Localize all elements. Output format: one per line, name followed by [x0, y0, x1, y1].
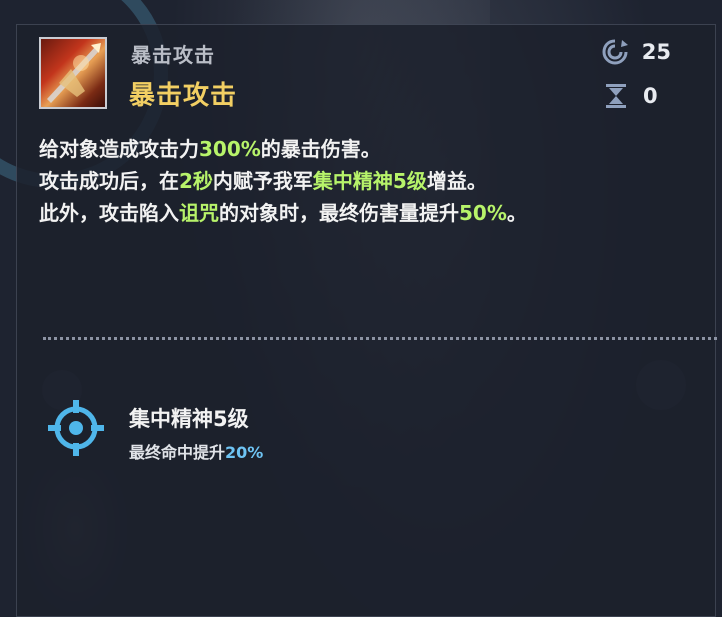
- duration-stat: 0: [601, 81, 671, 111]
- cooldown-value: 25: [641, 40, 671, 64]
- buff-description: 最终命中提升20%: [129, 439, 263, 463]
- cooldown-icon: [602, 39, 628, 65]
- desc-text: 给对象造成攻击力: [39, 137, 199, 161]
- desc-text: 此外，攻击陷入: [39, 201, 179, 225]
- desc-highlight: 300%: [199, 137, 261, 161]
- desc-text: 内赋予我军: [212, 169, 313, 193]
- skill-description: 给对象造成攻击力300%的暴击伤害。 攻击成功后，在2秒内赋予我军集中精神5级增…: [39, 133, 699, 229]
- buff-name: 集中精神5级: [129, 407, 249, 431]
- desc-highlight: 诅咒: [179, 201, 219, 225]
- skill-subtitle: 暴击攻击: [131, 43, 215, 67]
- cooldown-stat: 25: [600, 37, 671, 67]
- skill-tooltip-panel: 暴击攻击 暴击攻击 25 0 给对象造成攻击力300%的暴击伤害。 攻击成功后，…: [16, 24, 717, 617]
- desc-highlight: 集中精神5级: [312, 169, 427, 193]
- description-line: 给对象造成攻击力300%的暴击伤害。: [39, 133, 699, 165]
- duration-value: 0: [643, 84, 658, 108]
- description-line: 攻击成功后，在2秒内赋予我军集中精神5级增益。: [39, 165, 699, 197]
- skill-title: 暴击攻击: [129, 81, 238, 111]
- buff-desc-text: 最终命中提升: [129, 443, 226, 462]
- desc-text: 增益。: [426, 169, 487, 193]
- hourglass-icon: [606, 84, 626, 108]
- desc-text: 。: [506, 201, 527, 225]
- crosshair-icon: [45, 397, 107, 459]
- desc-highlight: 2秒: [179, 169, 213, 193]
- desc-text: 攻击成功后，在: [39, 169, 179, 193]
- desc-text: 的暴击伤害。: [260, 137, 381, 161]
- desc-highlight: 50%: [459, 201, 507, 225]
- buff-desc-value: 20%: [225, 443, 264, 462]
- desc-text: 的对象时，最终伤害量提升: [219, 201, 459, 225]
- crossbow-skill-icon: [39, 37, 107, 109]
- description-line: 此外，攻击陷入诅咒的对象时，最终伤害量提升50%。: [39, 197, 699, 229]
- dotted-divider: [43, 337, 717, 340]
